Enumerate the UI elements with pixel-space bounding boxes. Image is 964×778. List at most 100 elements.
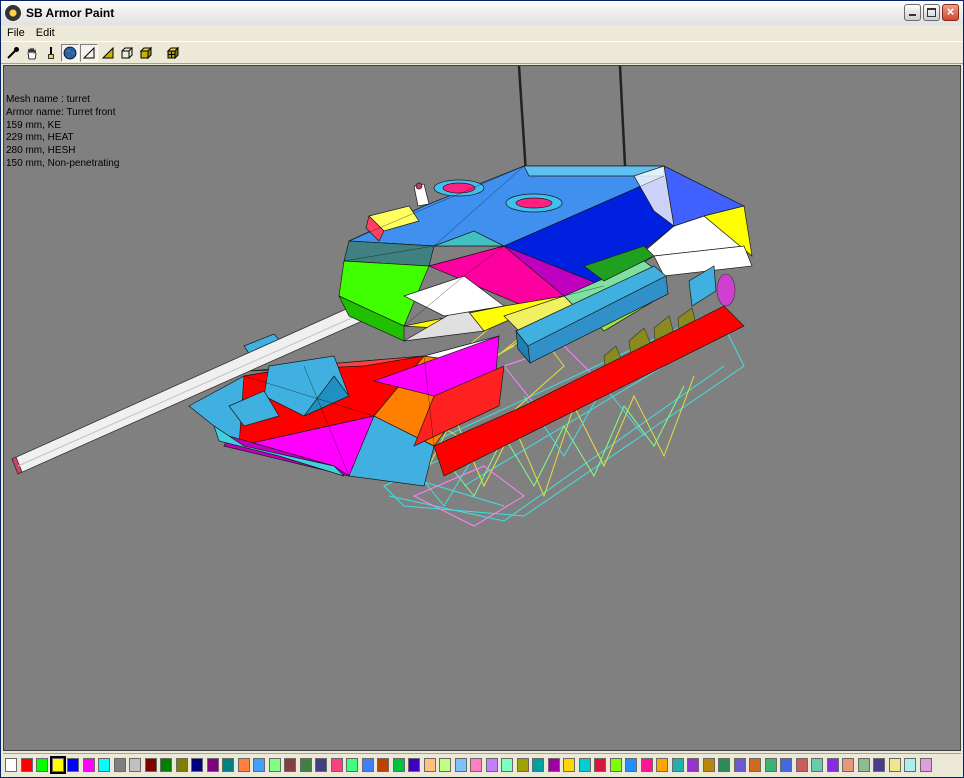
color-swatch[interactable] (20, 758, 33, 772)
app-window: SB Armor Paint × File Edit Mesh name: t… (0, 0, 964, 778)
color-swatch[interactable] (330, 758, 343, 772)
color-palette (3, 753, 961, 776)
color-swatch[interactable] (377, 758, 389, 772)
menu-file[interactable]: File (1, 27, 30, 39)
color-swatch[interactable] (144, 758, 157, 772)
color-swatch[interactable] (516, 758, 529, 772)
color-swatch[interactable] (826, 758, 839, 772)
color-swatch[interactable] (640, 758, 653, 772)
color-swatch[interactable] (671, 758, 684, 772)
color-swatch[interactable] (873, 758, 885, 772)
color-swatch[interactable] (904, 758, 916, 772)
color-swatch[interactable] (67, 758, 79, 772)
color-swatch[interactable] (857, 758, 870, 772)
cube-filled-tool[interactable] (137, 44, 155, 62)
armor-nonpen-text: 150 mm, Non-penetrating (6, 157, 120, 169)
color-swatch[interactable] (36, 758, 48, 772)
color-swatch[interactable] (408, 758, 420, 772)
color-swatch[interactable] (284, 758, 296, 772)
window-controls: × (904, 4, 959, 21)
color-swatch[interactable] (795, 758, 808, 772)
maximize-button[interactable] (923, 4, 940, 21)
color-swatch[interactable] (919, 758, 932, 772)
hand-icon (27, 47, 37, 59)
hand-tool[interactable] (23, 44, 41, 62)
mesh-name-text: Mesh name : turret (6, 94, 90, 105)
color-swatch[interactable] (764, 758, 777, 772)
color-swatch[interactable] (656, 758, 668, 772)
color-swatch[interactable] (98, 758, 110, 772)
cube-outline-tool[interactable] (118, 44, 136, 62)
brush-tool[interactable] (42, 44, 60, 62)
color-swatch[interactable] (237, 758, 250, 772)
color-swatch[interactable] (82, 758, 95, 772)
color-swatch[interactable] (191, 758, 203, 772)
armor-name-text: Armor name: Turret front (6, 106, 116, 118)
color-swatch[interactable] (563, 758, 575, 772)
color-swatch[interactable] (206, 758, 219, 772)
triangle-outline-tool[interactable] (80, 43, 98, 62)
color-swatch[interactable] (718, 758, 730, 772)
color-swatch[interactable] (749, 758, 761, 772)
color-swatch[interactable] (392, 758, 405, 772)
color-swatch[interactable] (702, 758, 715, 772)
close-icon: × (946, 4, 955, 19)
color-swatch[interactable] (888, 758, 901, 772)
window-title: SB Armor Paint (26, 6, 115, 20)
color-swatch[interactable] (129, 758, 141, 772)
color-swatch[interactable] (485, 758, 498, 772)
color-swatch[interactable] (315, 758, 327, 772)
color-swatch[interactable] (361, 758, 374, 772)
brush-icon (48, 46, 54, 59)
color-swatch[interactable] (811, 758, 823, 772)
color-swatch[interactable] (625, 758, 637, 772)
color-swatch[interactable] (346, 758, 358, 772)
color-swatch[interactable] (594, 758, 606, 772)
triangle-filled-tool[interactable] (99, 44, 117, 62)
triangle-filled-icon (101, 46, 114, 58)
armor-heat-text: 229 mm, HEAT (6, 132, 74, 144)
color-swatch[interactable] (501, 758, 513, 772)
color-swatch[interactable] (299, 758, 312, 772)
armor-info-panel: Mesh name : turret Armor name: Turret fr… (6, 94, 119, 171)
color-swatch[interactable] (253, 758, 265, 772)
color-swatch[interactable] (842, 758, 854, 772)
title-bar[interactable]: SB Armor Paint × (1, 1, 963, 25)
color-swatch[interactable] (780, 758, 792, 772)
color-swatch[interactable] (113, 758, 126, 772)
color-swatch[interactable] (5, 758, 17, 772)
minimize-button[interactable] (904, 4, 921, 21)
color-swatch[interactable] (439, 758, 451, 772)
cube-grid-icon (166, 46, 180, 59)
color-swatch[interactable] (547, 758, 560, 772)
color-swatch[interactable] (470, 758, 482, 772)
minimize-icon (909, 14, 916, 16)
cube-outline-icon (121, 47, 134, 58)
menu-edit[interactable]: Edit (30, 27, 60, 39)
cube-grid-tool[interactable] (164, 44, 182, 62)
color-swatch[interactable] (222, 758, 234, 772)
color-swatch[interactable] (687, 758, 699, 772)
close-button[interactable]: × (942, 4, 959, 21)
eyedropper-icon (7, 46, 19, 59)
color-swatch[interactable] (49, 756, 66, 774)
color-swatch[interactable] (454, 758, 467, 772)
color-swatch[interactable] (733, 758, 746, 772)
3d-viewport[interactable]: Mesh name : turret Armor name: Turret fr… (3, 65, 961, 751)
color-swatch[interactable] (268, 758, 281, 772)
eyedropper-tool[interactable] (4, 44, 22, 62)
color-swatch[interactable] (578, 758, 591, 772)
color-swatch[interactable] (532, 758, 544, 772)
tank-model[interactable] (4, 66, 961, 751)
globe-icon (63, 46, 77, 59)
color-swatch[interactable] (609, 758, 622, 772)
app-icon[interactable] (5, 5, 21, 21)
color-swatch[interactable] (175, 758, 188, 772)
maximize-icon (927, 8, 936, 17)
color-swatch[interactable] (423, 758, 436, 772)
cube-filled-icon (139, 46, 153, 59)
antenna-left (517, 66, 528, 175)
globe-tool[interactable] (61, 43, 79, 62)
color-swatch[interactable] (160, 758, 172, 772)
menu-bar: File Edit (1, 25, 963, 41)
